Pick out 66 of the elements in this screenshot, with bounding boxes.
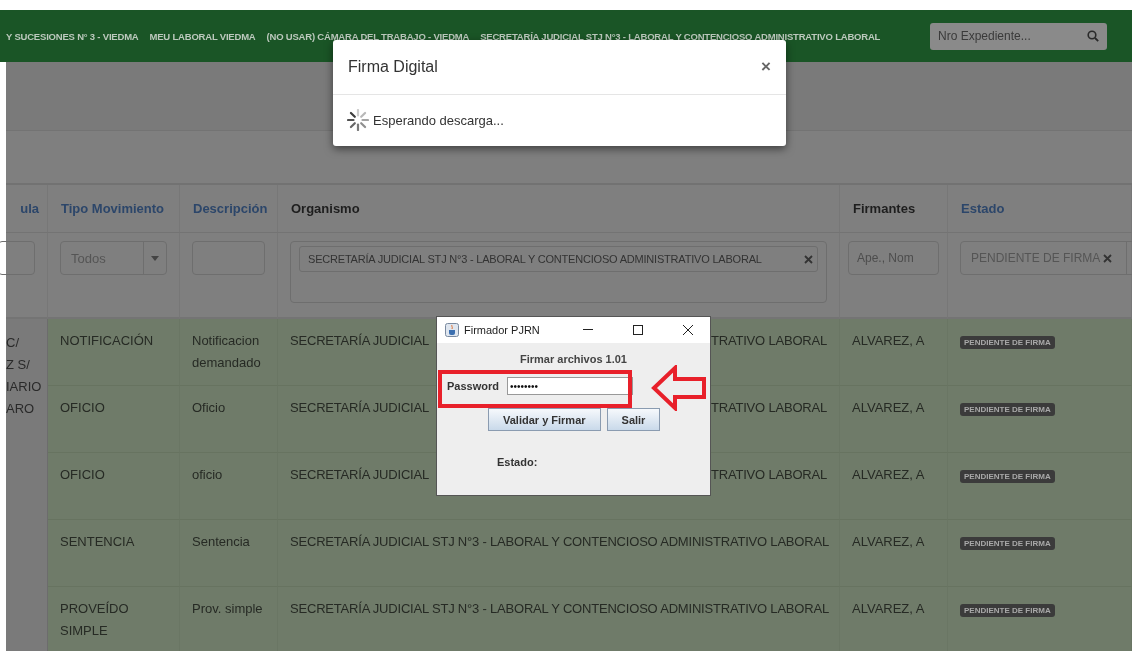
case-title-text: Z S/ [6,356,30,374]
organism-select[interactable]: SECRETARÍA JUDICIAL STJ N°3 - LABORAL Y CONTENCIOSO ADMINISTRATIVO LABORAL [290,241,827,303]
minimize-icon [582,329,593,331]
window-title: Firmador PJRN [464,324,541,336]
column-header: Organismo [278,185,840,233]
table-cell: OFICIO [48,453,180,520]
table-cell: Notificacion demandado [180,319,278,386]
column-header[interactable]: Tipo Movimiento [48,185,180,233]
loading-message: Esperando descarga... [373,112,504,128]
search-icon[interactable] [1087,30,1099,42]
status-badge: PENDIENTE DE FIRMA [960,604,1055,617]
cell-text: SECRETARÍA JUDICIAL [290,332,429,350]
table-cell: SECRETARÍA JUDICIAL STJ N°3 - LABORAL Y CONTENCIOSO ADMINISTRATIVO LABORAL [278,520,840,587]
close-button[interactable]: × [761,57,771,77]
column-header[interactable]: Estado [948,185,1132,233]
table-cell: PROVEÍDO SIMPLE [48,587,180,651]
nav-link[interactable]: SECRETARÍA JUDICIAL STJ N°3 - LABORAL Y CONTENCIOSO ADMINISTRATIVO LABORAL [480,30,881,42]
remove-icon[interactable] [1103,253,1113,263]
column-header[interactable]: Descripción [180,185,278,233]
cell-text: TRATIVO LABORAL [711,466,827,484]
dialog-title: Firma Digital [348,58,439,76]
close-icon [682,325,693,335]
nav-link[interactable]: (NO USAR) CÁMARA DEL TRABAJO - VIEDMA [266,30,470,42]
arrow-drawing [651,365,707,411]
cell-text: SECRETARÍA JUDICIAL [290,466,429,484]
nav-link[interactable]: Y SUCESIONES N° 3 - VIEDMA [6,30,139,42]
nav-link[interactable]: MEU LABORAL VIEDMA [149,30,256,42]
coffee-cup-icon [445,323,459,337]
case-title-text: C/ [6,334,19,352]
organism-tag: SECRETARÍA JUDICIAL STJ N°3 - LABORAL Y CONTENCIOSO ADMINISTRATIVO LABORAL [299,246,818,272]
column-header: Firmantes [840,185,948,233]
spinner-icon [347,109,369,131]
table-cell: ALVAREZ, A [840,453,948,520]
status-label: Estado: [497,456,539,468]
table-cell: ALVAREZ, A [840,319,948,386]
password-field[interactable]: •••••••• [506,377,633,395]
table-cell: Sentencia [180,520,278,587]
caret-icon [151,255,159,261]
table-cell: ALVAREZ, A [840,386,948,453]
password-label: Password [447,380,499,392]
table-cell: SECRETARÍA JUDICIAL STJ N°3 - LABORAL Y CONTENCIOSO ADMINISTRATIVO LABORAL [278,587,840,651]
table-cell: ALVAREZ, A [840,587,948,651]
table-cell: OFICIO [48,386,180,453]
table-cell: NOTIFICACIÓN [48,319,180,386]
dialog-button[interactable]: Salir [606,408,661,431]
signer-heading: Firmar archivos 1.01 [519,353,628,365]
cell-text: SECRETARÍA JUDICIAL [290,399,429,417]
status-badge: PENDIENTE DE FIRMA [960,403,1055,416]
status-badge: PENDIENTE DE FIRMA [960,470,1055,483]
table-cell: Oficio [180,386,278,453]
table-cell: Prov. simple [180,587,278,651]
case-title-text: ARO [6,400,35,418]
cell-text: TRATIVO LABORAL [711,332,827,350]
search-field[interactable]: Nro Expediente... [930,22,1107,50]
remove-icon[interactable] [804,254,813,264]
status-badge: PENDIENTE DE FIRMA [960,537,1055,550]
table-cell: oficio [180,453,278,520]
table-cell: SENTENCIA [48,520,180,587]
column-header[interactable]: ula [6,185,48,233]
table-cell: ALVAREZ, A [840,520,948,587]
dialog-button[interactable]: Validar y Firmar [488,408,601,431]
status-badge: PENDIENTE DE FIRMA [960,336,1055,349]
filter-field[interactable] [0,241,35,275]
maximize-icon [632,325,643,335]
case-title-text: IARIO [6,378,42,396]
cell-text: TRATIVO LABORAL [711,399,827,417]
